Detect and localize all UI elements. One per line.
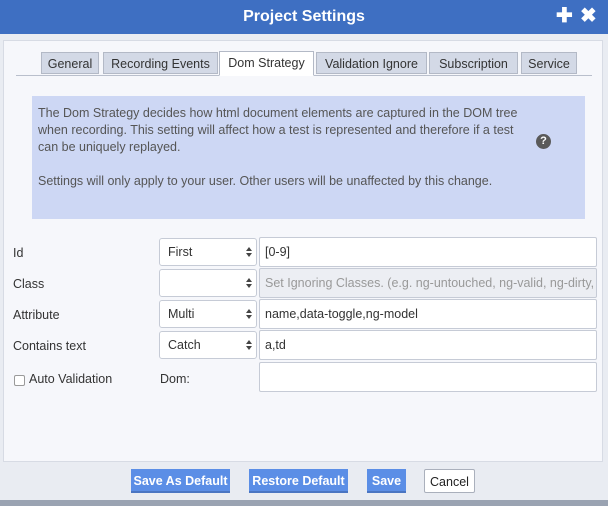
save-button[interactable]: Save (367, 469, 406, 493)
close-icon[interactable]: ✖ (580, 6, 597, 26)
help-icon[interactable]: ? (536, 134, 551, 149)
id-strategy-value: First (168, 245, 193, 259)
class-strategy-select[interactable] (159, 269, 257, 297)
auto-validation-checkbox[interactable] (14, 375, 25, 386)
tab-recording-events[interactable]: Recording Events (103, 52, 218, 74)
info-box: The Dom Strategy decides how html docume… (32, 96, 585, 219)
select-arrows-icon (246, 247, 252, 257)
tab-bar: General Recording Events Dom Strategy Va… (16, 51, 592, 76)
class-ignore-input[interactable]: Set Ignoring Classes. (e.g. ng-untouched… (259, 268, 597, 298)
add-icon[interactable]: ✚ (556, 6, 573, 26)
restore-default-button[interactable]: Restore Default (249, 469, 348, 493)
attribute-strategy-value: Multi (168, 307, 195, 321)
select-arrows-icon (246, 340, 252, 350)
id-pattern-input[interactable]: [0-9] (259, 237, 597, 267)
tab-validation-ignore[interactable]: Validation Ignore (316, 52, 427, 74)
title-bar: Project Settings ✚ ✖ (0, 0, 608, 34)
id-strategy-select[interactable]: First (159, 238, 257, 266)
dom-label: Dom: (160, 372, 190, 386)
auto-validation-label: Auto Validation (29, 372, 113, 386)
id-label: Id (13, 246, 24, 260)
select-arrows-icon (246, 309, 252, 319)
bottom-edge (0, 500, 608, 506)
tab-general[interactable]: General (41, 52, 99, 74)
dom-input[interactable] (259, 362, 597, 392)
cancel-button[interactable]: Cancel (424, 469, 475, 493)
save-as-default-button[interactable]: Save As Default (131, 469, 230, 493)
attribute-list-input[interactable]: name,data-toggle,ng-model (259, 299, 597, 329)
class-label: Class (13, 277, 45, 291)
tab-service[interactable]: Service (521, 52, 577, 74)
info-description: The Dom Strategy decides how html docume… (38, 106, 518, 154)
contains-text-label: Contains text (13, 339, 86, 353)
tab-subscription[interactable]: Subscription (429, 52, 518, 74)
attribute-label: Attribute (13, 308, 60, 322)
tab-dom-strategy[interactable]: Dom Strategy (219, 51, 314, 76)
window-title: Project Settings (243, 8, 365, 25)
settings-panel: General Recording Events Dom Strategy Va… (3, 40, 603, 462)
attribute-strategy-select[interactable]: Multi (159, 300, 257, 328)
contains-text-strategy-value: Catch (168, 338, 201, 352)
select-arrows-icon (246, 278, 252, 288)
info-note: Settings will only apply to your user. O… (38, 174, 493, 188)
contains-text-input[interactable]: a,td (259, 330, 597, 360)
contains-text-strategy-select[interactable]: Catch (159, 331, 257, 359)
